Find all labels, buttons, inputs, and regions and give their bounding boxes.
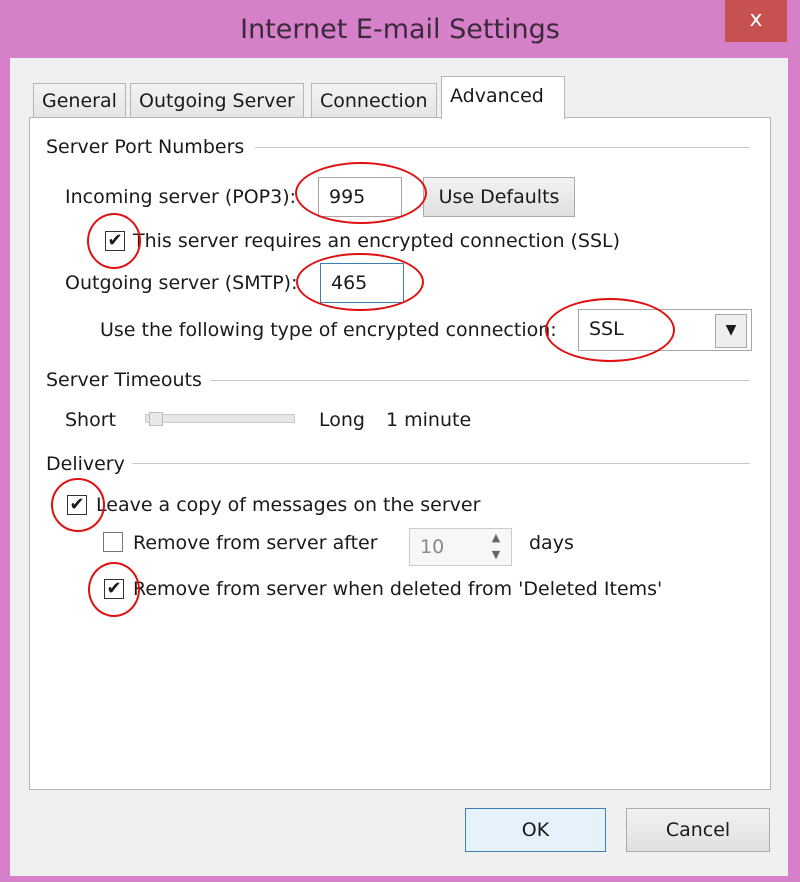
remove-after-label: Remove from server after (133, 532, 378, 554)
days-stepper[interactable]: 10 ▲ ▼ (409, 528, 512, 566)
slider-thumb[interactable] (149, 412, 163, 426)
divider (132, 463, 750, 464)
cancel-button[interactable]: Cancel (626, 808, 770, 852)
tab-general[interactable]: General (33, 83, 126, 117)
incoming-port-input[interactable]: 995 (318, 177, 402, 217)
timeout-slider[interactable] (145, 412, 295, 426)
days-label: days (529, 532, 574, 554)
stepper-arrows-icon[interactable]: ▲ ▼ (481, 529, 511, 565)
divider (210, 380, 750, 381)
ssl-label: This server requires an encrypted connec… (133, 230, 621, 252)
tab-connection[interactable]: Connection (311, 83, 437, 117)
window-title: Internet E-mail Settings (240, 14, 560, 45)
leave-copy-label: Leave a copy of messages on the server (96, 494, 481, 516)
remove-deleted-label: Remove from server when deleted from 'De… (133, 578, 663, 600)
section-timeouts: Server Timeouts (46, 369, 202, 391)
ok-button[interactable]: OK (465, 808, 606, 852)
section-ports: Server Port Numbers (46, 136, 245, 158)
leave-copy-checkbox[interactable]: ✔ (67, 495, 87, 515)
remove-after-checkbox[interactable] (103, 532, 123, 552)
short-label: Short (65, 409, 116, 431)
close-button[interactable]: x (725, 0, 787, 42)
use-defaults-button[interactable]: Use Defaults (423, 177, 575, 217)
long-label: Long (319, 409, 365, 431)
days-value: 10 (420, 536, 445, 558)
timeout-value: 1 minute (386, 409, 472, 431)
outgoing-label: Outgoing server (SMTP): (65, 272, 298, 294)
encryption-value: SSL (589, 318, 624, 340)
section-delivery: Delivery (46, 453, 125, 475)
encryption-label: Use the following type of encrypted conn… (100, 319, 557, 341)
chevron-down-icon[interactable]: ▼ (715, 314, 747, 348)
tab-panel (29, 117, 771, 790)
remove-deleted-checkbox[interactable]: ✔ (104, 579, 124, 599)
tab-advanced[interactable]: Advanced (441, 76, 565, 119)
incoming-label: Incoming server (POP3): (65, 186, 297, 208)
encryption-select[interactable]: SSL ▼ (578, 309, 752, 351)
divider (255, 147, 750, 148)
tab-outgoing-server[interactable]: Outgoing Server (130, 83, 304, 117)
outgoing-port-input[interactable]: 465 (320, 263, 404, 303)
ssl-checkbox[interactable]: ✔ (105, 231, 125, 251)
